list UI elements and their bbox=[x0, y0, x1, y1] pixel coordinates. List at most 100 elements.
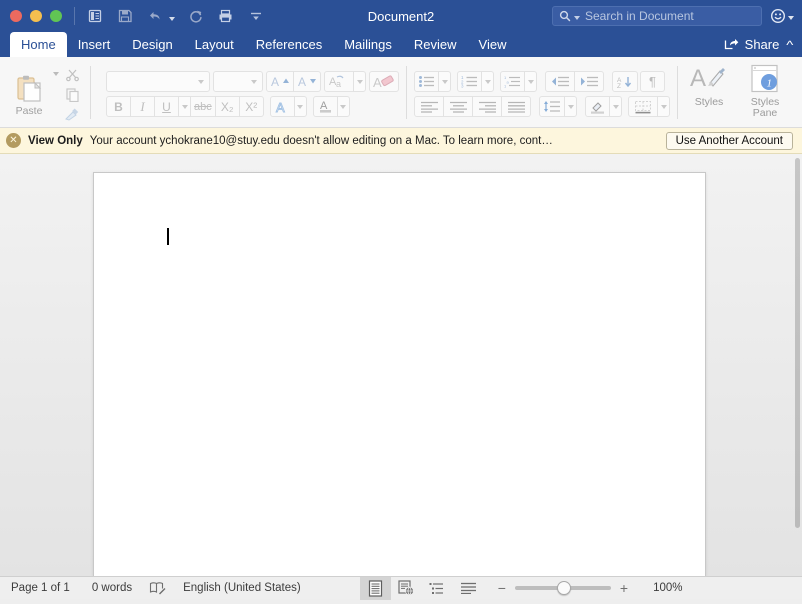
tab-view[interactable]: View bbox=[468, 32, 518, 57]
search-input[interactable]: Search in Document bbox=[552, 6, 762, 26]
view-print-layout-button[interactable] bbox=[359, 576, 391, 600]
copy-button[interactable] bbox=[61, 85, 83, 104]
paste-button[interactable]: Paste bbox=[7, 72, 51, 117]
zoom-percentage[interactable]: 100% bbox=[653, 582, 682, 594]
share-icon[interactable] bbox=[724, 38, 739, 51]
feedback-caret-icon[interactable] bbox=[788, 15, 794, 20]
chevron-up-icon[interactable]: ^ bbox=[787, 39, 794, 51]
share-button[interactable]: Share bbox=[745, 37, 780, 52]
search-scope-caret-icon[interactable] bbox=[574, 15, 580, 20]
print-layout-view-icon[interactable] bbox=[85, 7, 104, 26]
show-formatting-marks-button[interactable]: ¶ bbox=[640, 71, 665, 92]
borders-icon bbox=[635, 100, 651, 113]
save-icon[interactable] bbox=[115, 7, 134, 26]
font-color-dropdown[interactable] bbox=[336, 96, 350, 117]
underline-button[interactable]: U bbox=[154, 96, 179, 117]
align-left-button[interactable] bbox=[414, 96, 444, 117]
numbering-group: 123 bbox=[457, 71, 494, 92]
use-another-account-button[interactable]: Use Another Account bbox=[665, 131, 793, 150]
text-effects-button[interactable]: A bbox=[269, 96, 295, 117]
tab-layout[interactable]: Layout bbox=[184, 32, 245, 57]
tab-design[interactable]: Design bbox=[121, 32, 183, 57]
shrink-font-button[interactable]: A bbox=[293, 71, 321, 92]
shading-dropdown[interactable] bbox=[609, 96, 622, 117]
change-case-dropdown[interactable] bbox=[353, 71, 366, 92]
styles-button[interactable]: A Styles bbox=[686, 64, 732, 108]
borders-dropdown[interactable] bbox=[657, 96, 670, 117]
superscript-button[interactable]: X² bbox=[238, 96, 264, 117]
subscript-button[interactable]: X₂ bbox=[214, 96, 240, 117]
multilevel-dropdown[interactable] bbox=[524, 71, 537, 92]
customize-toolbar-icon[interactable] bbox=[246, 7, 265, 26]
text-cursor bbox=[167, 228, 169, 245]
tab-home[interactable]: Home bbox=[10, 32, 67, 57]
line-spacing-dropdown[interactable] bbox=[564, 96, 577, 117]
zoom-in-button[interactable]: + bbox=[620, 581, 628, 595]
document-page[interactable] bbox=[93, 172, 706, 576]
line-spacing-button[interactable] bbox=[539, 96, 565, 117]
view-draft-button[interactable] bbox=[453, 577, 484, 600]
close-circle-icon[interactable]: ✕ bbox=[6, 133, 21, 148]
align-right-icon bbox=[478, 101, 496, 113]
chevron-down-icon[interactable] bbox=[251, 79, 257, 84]
change-case-button[interactable]: Aa bbox=[324, 71, 354, 92]
text-effects-dropdown[interactable] bbox=[293, 96, 307, 117]
view-only-notification-bar: ✕ View Only Your account ychokrane10@stu… bbox=[0, 128, 802, 154]
zoom-out-button[interactable]: − bbox=[498, 581, 506, 595]
undo-dropdown-caret-icon[interactable] bbox=[169, 16, 175, 21]
page-indicator[interactable]: Page 1 of 1 bbox=[0, 577, 81, 600]
view-web-layout-button[interactable] bbox=[391, 577, 422, 600]
minimize-window-button[interactable] bbox=[30, 10, 42, 22]
close-window-button[interactable] bbox=[10, 10, 22, 22]
tab-review[interactable]: Review bbox=[403, 32, 468, 57]
undo-icon[interactable] bbox=[145, 7, 164, 26]
language-indicator[interactable]: English (United States) bbox=[172, 577, 312, 600]
font-color-group: A bbox=[312, 96, 350, 117]
clear-formatting-button[interactable]: A bbox=[369, 71, 399, 92]
chevron-down-icon[interactable] bbox=[198, 79, 204, 84]
chevron-down-icon bbox=[612, 104, 619, 109]
maximize-window-button[interactable] bbox=[50, 10, 62, 22]
sort-button[interactable]: AZ bbox=[612, 71, 638, 92]
borders-button[interactable] bbox=[628, 96, 658, 117]
word-count[interactable]: 0 words bbox=[81, 577, 143, 600]
zoom-slider-thumb[interactable] bbox=[556, 581, 571, 595]
outline-icon bbox=[429, 582, 444, 594]
web-layout-icon bbox=[398, 580, 414, 596]
shading-button[interactable] bbox=[585, 96, 610, 117]
cut-button[interactable] bbox=[61, 65, 83, 84]
font-name-input[interactable] bbox=[106, 71, 210, 92]
strikethrough-button[interactable]: abc bbox=[190, 96, 216, 117]
font-size-input[interactable] bbox=[213, 71, 263, 92]
grow-font-button[interactable]: A bbox=[266, 71, 294, 92]
zoom-slider[interactable] bbox=[514, 581, 611, 595]
tab-references[interactable]: References bbox=[245, 32, 333, 57]
vertical-scrollbar-thumb[interactable] bbox=[795, 158, 800, 528]
multilevel-list-icon: 1a1 bbox=[504, 75, 520, 88]
align-right-button[interactable] bbox=[472, 96, 502, 117]
styles-pane-button[interactable]: 1 Styles Pane bbox=[742, 64, 788, 119]
bullets-button[interactable] bbox=[414, 71, 439, 92]
change-case-icon: Aa bbox=[329, 75, 344, 88]
bullets-dropdown[interactable] bbox=[438, 71, 451, 92]
tab-mailings[interactable]: Mailings bbox=[333, 32, 403, 57]
svg-text:A: A bbox=[298, 75, 306, 88]
view-outline-button[interactable] bbox=[422, 577, 453, 600]
increase-indent-button[interactable] bbox=[574, 71, 604, 92]
tab-insert[interactable]: Insert bbox=[67, 32, 122, 57]
proofing-language-icon[interactable] bbox=[143, 581, 172, 595]
format-painter-button[interactable] bbox=[61, 105, 83, 124]
multilevel-list-button[interactable]: 1a1 bbox=[500, 71, 525, 92]
numbering-dropdown[interactable] bbox=[481, 71, 494, 92]
redo-icon[interactable] bbox=[186, 7, 205, 26]
feedback-control[interactable] bbox=[770, 8, 794, 24]
numbering-button[interactable]: 123 bbox=[457, 71, 482, 92]
bold-button[interactable]: B bbox=[106, 96, 131, 117]
align-center-button[interactable] bbox=[443, 96, 473, 117]
font-color-button[interactable]: A bbox=[312, 96, 338, 117]
decrease-indent-button[interactable] bbox=[545, 71, 575, 92]
justify-button[interactable] bbox=[501, 96, 531, 117]
print-icon[interactable] bbox=[216, 7, 235, 26]
italic-button[interactable]: I bbox=[130, 96, 155, 117]
vertical-scrollbar[interactable] bbox=[795, 154, 801, 576]
